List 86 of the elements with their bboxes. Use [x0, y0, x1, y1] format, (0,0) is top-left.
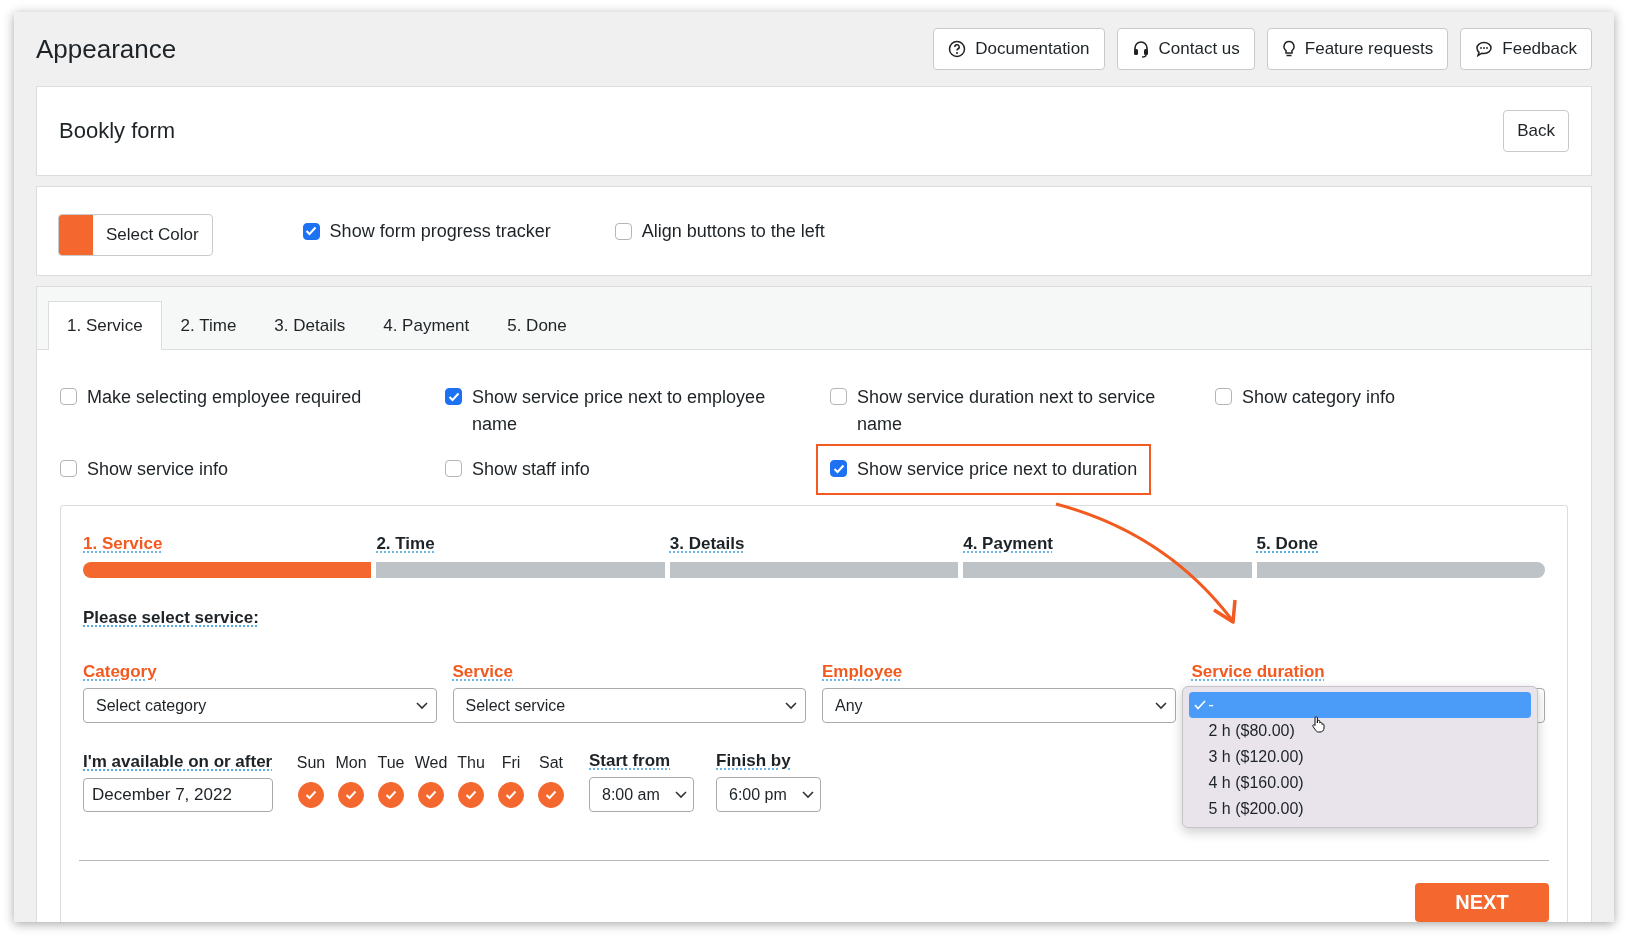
checkmark-icon	[425, 790, 437, 800]
chevron-icon	[802, 790, 814, 799]
back-button[interactable]: Back	[1503, 110, 1569, 152]
checkbox[interactable]	[302, 222, 320, 240]
field-label: Service duration	[1191, 662, 1326, 682]
day-label: Wed	[414, 754, 448, 772]
checkbox-label: Show staff info	[472, 458, 590, 481]
chevron-icon	[1154, 701, 1167, 710]
dropdown-option[interactable]: 4 h ($160.00)	[1188, 770, 1531, 796]
chat-icon	[1475, 40, 1494, 58]
dropdown-option[interactable]: 3 h ($120.00)	[1188, 744, 1531, 770]
field-label: Employee	[822, 662, 904, 682]
tab[interactable]: 3. Details	[255, 301, 365, 349]
field-label: Start from	[589, 751, 672, 771]
checkbox[interactable]	[445, 388, 462, 405]
select-color-button[interactable]: Select Color	[58, 214, 213, 256]
select-field[interactable]: 8:00 am	[589, 777, 694, 812]
checkbox[interactable]	[830, 388, 847, 405]
checkmark-icon	[345, 790, 357, 800]
day-toggle[interactable]	[538, 782, 564, 808]
page-title: Appearance	[36, 33, 177, 65]
day-label: Sat	[539, 754, 563, 772]
select-field[interactable]: Any	[822, 688, 1176, 723]
checkmark-icon	[305, 790, 317, 800]
date-field[interactable]: December 7, 2022	[83, 778, 273, 812]
header-button[interactable]: Documentation	[933, 28, 1105, 70]
checkbox[interactable]	[1215, 388, 1232, 405]
checkmark-icon	[505, 790, 517, 800]
field-label: Category	[83, 662, 158, 682]
step-label: 1. Service	[83, 534, 164, 554]
checkbox-label: Show category info	[1242, 386, 1396, 409]
chevron-icon	[415, 701, 428, 710]
lightbulb-icon	[1281, 40, 1296, 58]
checkbox-label: Show form progress tracker	[329, 220, 551, 242]
day-toggle[interactable]	[418, 782, 444, 808]
checkbox[interactable]	[60, 460, 77, 477]
chevron-icon	[785, 701, 797, 710]
day-toggle[interactable]	[378, 782, 404, 808]
checkmark-icon	[545, 790, 557, 800]
checkbox[interactable]	[60, 388, 77, 405]
checkbox[interactable]	[830, 460, 847, 477]
day-toggle[interactable]	[458, 782, 484, 808]
checkmark-icon	[465, 790, 477, 800]
step-label: 4. Payment	[963, 534, 1054, 554]
field-label: Finish by	[716, 751, 792, 771]
hand-cursor-icon	[1310, 715, 1325, 733]
section-heading: Please select service:	[83, 608, 260, 628]
day-toggle[interactable]	[338, 782, 364, 808]
field-label: Service	[452, 662, 514, 682]
checkbox-label: Show service info	[87, 458, 229, 481]
step-label: 2. Time	[376, 534, 436, 554]
dropdown-option[interactable]: 2 h ($80.00)	[1188, 718, 1531, 744]
day-label: Fri	[501, 754, 521, 772]
tab[interactable]: 2. Time	[161, 301, 256, 349]
day-label: Thu	[457, 754, 485, 772]
tab[interactable]: 1. Service	[48, 301, 162, 350]
headset-icon	[1131, 40, 1150, 58]
header-button[interactable]: Contact us	[1116, 28, 1255, 70]
step-label: 3. Details	[669, 534, 746, 554]
day-toggle[interactable]	[298, 782, 324, 808]
help-icon	[948, 40, 967, 58]
checkbox-label: Show service duration next to service name	[857, 386, 1157, 436]
day-toggle[interactable]	[498, 782, 524, 808]
checkmark-icon	[385, 790, 397, 800]
select-field[interactable]: Select category	[83, 688, 437, 723]
header-button[interactable]: Feedback	[1460, 28, 1592, 70]
chevron-icon	[675, 790, 687, 799]
checkbox-label: Show service price next to employee name	[472, 386, 767, 436]
step-label: 5. Done	[1256, 534, 1319, 554]
card-title: Bookly form	[59, 118, 176, 144]
select-field[interactable]: Select service	[452, 688, 806, 723]
checkbox-label: Align buttons to the left	[641, 220, 825, 242]
day-label: Tue	[377, 754, 405, 772]
checkmark-icon	[1193, 700, 1206, 710]
field-label: I'm available on or after	[83, 752, 273, 772]
header-button[interactable]: Feature requests	[1266, 28, 1449, 70]
day-label: Sun	[296, 754, 326, 772]
dropdown-option[interactable]: 5 h ($200.00)	[1188, 796, 1531, 822]
tab[interactable]: 4. Payment	[364, 301, 489, 349]
checkbox[interactable]	[445, 460, 462, 477]
day-label: Mon	[335, 754, 367, 772]
select-field[interactable]: 6:00 pm	[716, 777, 821, 812]
tab[interactable]: 5. Done	[488, 301, 586, 349]
checkbox-label: Make selecting employee required	[87, 386, 362, 409]
checkbox-label: Show service price next to duration	[857, 458, 1138, 481]
checkbox[interactable]	[614, 222, 632, 240]
